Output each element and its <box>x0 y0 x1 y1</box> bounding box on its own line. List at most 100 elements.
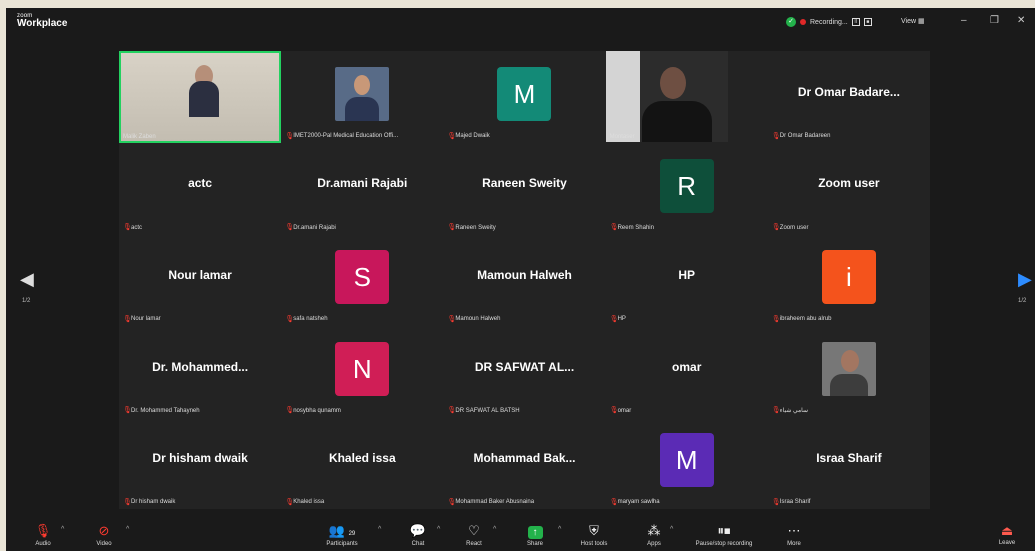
participant-tile[interactable]: Mohammad Bak... 🎙 Mohammad Baker Abusnaina <box>443 417 605 509</box>
apps-chevron-icon[interactable]: ^ <box>670 526 673 533</box>
participant-name: omar <box>617 407 632 414</box>
minimize-icon[interactable]: – <box>961 15 967 26</box>
participant-name-label: 🎙 ibraheem abu alrub <box>772 316 832 323</box>
participant-tile[interactable]: 🎙 IMET2000-Pal Medical Education Offi... <box>281 51 443 143</box>
video-chevron-icon[interactable]: ^ <box>126 526 129 533</box>
mic-muted-icon: 🎙 <box>771 407 781 415</box>
zoom-logo: zoom Workplace <box>17 13 67 29</box>
participant-tile[interactable]: 🎙 سامي شياء <box>768 326 930 418</box>
video-label: Video <box>96 541 112 547</box>
participant-name-label: 🎙 omar <box>610 407 632 414</box>
mic-muted-icon: 🎙 <box>285 224 295 232</box>
participant-display-name: Raneen Sweity <box>482 176 567 191</box>
mic-muted-icon: 🎙 <box>285 315 295 323</box>
participant-tile[interactable]: Khaled issa 🎙 Khaled issa <box>281 417 443 509</box>
participant-name: Montaser <box>609 133 635 140</box>
participant-tile[interactable]: Nour lamar 🎙 Nour lamar <box>119 234 281 326</box>
participant-name: Khaled issa <box>293 499 325 506</box>
mic-muted-icon: 🎙 <box>123 498 132 506</box>
participant-name: maryam sawlha <box>617 499 660 506</box>
participant-tile[interactable]: i 🎙 ibraheem abu alrub <box>768 234 930 326</box>
more-button[interactable]: ⋯ More <box>758 522 830 548</box>
participant-tile[interactable]: Zoom user 🎙 Zoom user <box>768 143 930 235</box>
view-button[interactable]: View ▦ <box>901 17 925 25</box>
mic-muted-icon: 🎙 <box>123 224 132 232</box>
participant-name-label: 🎙 سامي شياء <box>772 407 808 414</box>
participant-name-label: 🎙 DR SAFWAT AL BATSH <box>447 407 519 414</box>
participant-tile[interactable]: actc 🎙 actc <box>119 143 281 235</box>
participant-tile[interactable]: Malik Zaben <box>119 51 282 143</box>
mic-muted-icon: 🎙 <box>447 498 457 506</box>
participant-tile[interactable]: Dr.amani Rajabi 🎙 Dr.amani Rajabi <box>281 143 443 235</box>
participant-tile[interactable]: Montaser <box>605 51 768 143</box>
participant-name: Dr. Mohammed Tahayneh <box>131 407 200 414</box>
mic-muted-icon: 🎙 <box>609 407 619 415</box>
mic-muted-icon: 🎙 <box>447 407 457 415</box>
participant-name-label: 🎙 Mamoun Halweh <box>447 316 500 323</box>
avatar: N <box>335 341 390 396</box>
participant-display-name: Mamoun Halweh <box>477 268 572 283</box>
participant-name-label: 🎙 Dr. Mohammed Tahayneh <box>123 407 200 414</box>
participant-tile[interactable]: Raneen Sweity 🎙 Raneen Sweity <box>443 143 605 235</box>
avatar: R <box>659 158 714 213</box>
mic-muted-icon: 🎙 <box>447 132 457 140</box>
restore-icon[interactable]: ❐ <box>990 15 999 26</box>
close-icon[interactable]: ✕ <box>1017 15 1025 26</box>
participants-chevron-icon[interactable]: ^ <box>378 526 381 533</box>
participant-tile[interactable]: M 🎙 maryam sawlha <box>606 417 768 509</box>
participant-display-name: actc <box>188 176 213 191</box>
record-dot-icon <box>800 19 806 25</box>
more-label: More <box>787 541 801 547</box>
participant-name-label: 🎙 maryam sawlha <box>610 499 660 506</box>
participant-display-name: Dr.amani Rajabi <box>317 176 408 191</box>
participant-name-label: 🎙 safa natsheh <box>285 316 327 323</box>
shield-icon: ✓ <box>786 17 796 27</box>
participant-name-label: 🎙 Mohammad Baker Abusnaina <box>447 499 534 506</box>
participants-button[interactable]: 👥 29 Participants <box>306 522 378 548</box>
prev-page-icon[interactable]: ◀ <box>20 270 34 288</box>
participant-name-label: 🎙 Zoom user <box>772 224 809 231</box>
participant-display-name: Dr Omar Badare... <box>797 84 900 99</box>
participant-tile[interactable]: S 🎙 safa natsheh <box>281 234 443 326</box>
participant-tile[interactable]: Dr Omar Badare... 🎙 Dr Omar Badareen <box>768 51 930 143</box>
participant-name: Dr hisham dwaik <box>131 499 176 506</box>
participants-icon-wrap: 👥 29 <box>306 522 378 540</box>
leave-label: Leave <box>998 540 1016 546</box>
audio-chevron-icon[interactable]: ^ <box>61 526 64 533</box>
participant-display-name: DR SAFWAT AL... <box>474 359 575 374</box>
participant-tile[interactable]: Mamoun Halweh 🎙 Mamoun Halweh <box>443 234 605 326</box>
next-page-icon[interactable]: ▶ <box>1018 270 1032 288</box>
participant-name-label: 🎙 HP <box>610 316 626 323</box>
stop-recording-icon[interactable]: ■ <box>863 18 872 26</box>
participant-name-label: Montaser <box>610 134 635 140</box>
grid-icon: ▦ <box>918 18 925 25</box>
participant-tile[interactable]: R 🎙 Reem Shahin <box>606 143 768 235</box>
mic-muted-icon: 🎙 <box>285 407 295 415</box>
participant-name: DR SAFWAT AL BATSH <box>455 407 520 414</box>
participants-count: 29 <box>348 531 356 537</box>
more-icon: ⋯ <box>787 523 801 538</box>
page-indicator-right: 1/2 <box>1018 298 1027 304</box>
participant-tile[interactable]: Dr hisham dwaik 🎙 Dr hisham dwaik <box>119 417 281 509</box>
page-indicator-left: 1/2 <box>22 298 31 304</box>
mic-muted-icon: 🎙 <box>771 224 781 232</box>
video-feed <box>605 51 728 142</box>
participant-name: nosybha qunamm <box>293 407 341 414</box>
participant-tile[interactable]: M 🎙 Majed Dwaik <box>443 51 605 143</box>
participant-display-name: Mohammad Bak... <box>473 451 576 466</box>
mic-muted-icon: 🎙 <box>609 498 619 506</box>
participant-tile[interactable]: Israa Sharif 🎙 Israa Sharif <box>768 417 930 509</box>
participant-tile[interactable]: omar 🎙 omar <box>606 326 768 418</box>
participant-tile[interactable]: HP 🎙 HP <box>606 234 768 326</box>
recording-indicator[interactable]: ✓ Recording... II ■ <box>786 17 872 27</box>
participant-tile[interactable]: DR SAFWAT AL... 🎙 DR SAFWAT AL BATSH <box>443 326 605 418</box>
participant-tile[interactable]: Dr. Mohammed... 🎙 Dr. Mohammed Tahayneh <box>119 326 281 418</box>
participant-name: Majed Dwaik <box>455 133 490 140</box>
react-chevron-icon[interactable]: ^ <box>493 526 496 533</box>
pause-recording-icon[interactable]: II <box>851 18 860 26</box>
leave-button[interactable]: ⏏ Leave <box>987 522 1027 546</box>
participant-tile[interactable]: N 🎙 nosybha qunamm <box>281 326 443 418</box>
avatar: i <box>821 250 876 305</box>
video-feed <box>121 53 280 141</box>
participant-gallery: Malik Zaben 🎙 IMET2000-Pal Medical Educati… <box>119 51 930 509</box>
